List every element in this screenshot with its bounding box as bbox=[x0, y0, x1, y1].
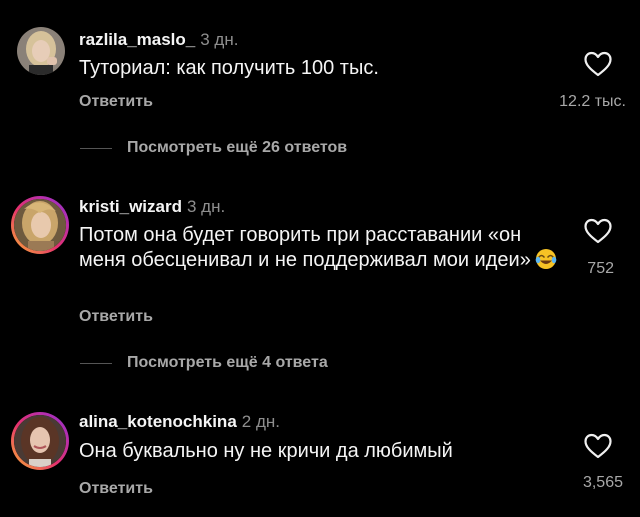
comment-item: kristi_wizard 3 дн. Потом она будет говор… bbox=[0, 180, 640, 330]
comment-meta: kristi_wizard 3 дн. bbox=[79, 197, 225, 217]
username[interactable]: razlila_maslo_ bbox=[79, 30, 195, 49]
divider-line bbox=[80, 147, 112, 149]
view-more-replies-button[interactable]: Посмотреть ещё 26 ответов bbox=[80, 138, 347, 158]
comment-item: razlila_maslo_ 3 дн. Туториал: как получи… bbox=[0, 0, 640, 120]
like-count: 12.2 тыс. bbox=[559, 93, 626, 110]
comment-item: alina_kotenochkina 2 дн. Она буквально ну… bbox=[0, 395, 640, 517]
username[interactable]: kristi_wizard bbox=[79, 197, 182, 216]
reply-button[interactable]: Ответить bbox=[79, 92, 153, 112]
view-more-replies-button[interactable]: Посмотреть ещё 4 ответа bbox=[80, 353, 328, 373]
reply-button[interactable]: Ответить bbox=[79, 307, 153, 327]
heart-outline-icon[interactable] bbox=[583, 217, 613, 245]
username[interactable]: alina_kotenochkina bbox=[79, 412, 237, 431]
like-count: 3,565 bbox=[582, 474, 623, 491]
avatar-photo bbox=[14, 415, 66, 467]
face-with-tears-of-joy-emoji bbox=[535, 249, 557, 269]
view-more-label: Посмотреть ещё 26 ответов bbox=[127, 139, 348, 156]
comment-text: Туториал: как получить 100 тыс. bbox=[79, 57, 379, 79]
heart-outline-icon[interactable] bbox=[583, 50, 613, 78]
avatar-with-story-ring[interactable] bbox=[11, 412, 69, 470]
like-count: 752 bbox=[587, 260, 614, 277]
comment-meta: alina_kotenochkina 2 дн. bbox=[79, 412, 280, 432]
reply-button[interactable]: Ответить bbox=[79, 479, 153, 499]
heart-outline-icon[interactable] bbox=[583, 432, 613, 460]
divider-line bbox=[80, 362, 112, 364]
comment-age: 3 дн. bbox=[200, 30, 239, 49]
comment-meta: razlila_maslo_ 3 дн. bbox=[79, 30, 238, 50]
comment-text: Потом она будет говорить при расставании… bbox=[79, 223, 559, 273]
avatar[interactable] bbox=[17, 27, 65, 75]
comment-age: 2 дн. bbox=[241, 412, 280, 431]
comment-age: 3 дн. bbox=[187, 197, 226, 216]
avatar-photo bbox=[17, 27, 65, 75]
avatar-with-story-ring[interactable] bbox=[11, 196, 69, 254]
comment-text: Она буквально ну не кричи да любимый bbox=[79, 440, 453, 462]
avatar-photo bbox=[14, 199, 66, 251]
view-more-label: Посмотреть ещё 4 ответа bbox=[127, 354, 328, 371]
comment-text-body: Потом она будет говорить при расставании… bbox=[79, 224, 531, 271]
